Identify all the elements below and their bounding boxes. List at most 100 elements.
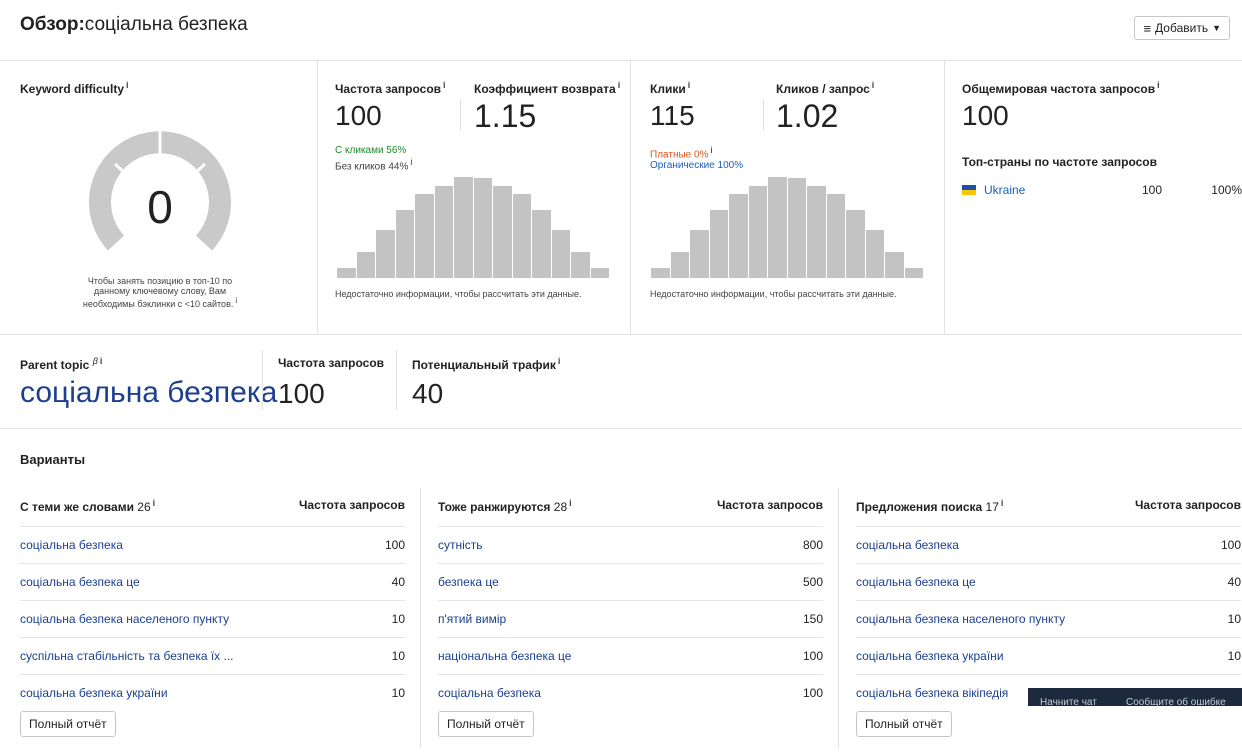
keyword-link[interactable]: соціальна безпека україни bbox=[20, 686, 168, 700]
chevron-down-icon: ▼ bbox=[1212, 23, 1221, 33]
global-volume-value: 100 bbox=[962, 100, 1009, 131]
divider bbox=[460, 100, 461, 130]
country-volume: 100 bbox=[1142, 183, 1163, 197]
divider bbox=[0, 60, 1242, 61]
clicks-label: Клики i bbox=[650, 80, 691, 96]
kd-value: 0 bbox=[147, 181, 173, 233]
info-icon[interactable]: i bbox=[618, 80, 621, 90]
list-header: Тоже ранжируются 28 i Частота запросов bbox=[438, 498, 823, 526]
histogram-bar bbox=[826, 194, 845, 278]
list-header: Предложения поиска 17 i Частота запросов bbox=[856, 498, 1241, 526]
return-rate-value: 1.15 bbox=[474, 98, 537, 134]
histogram-bar bbox=[787, 178, 806, 278]
column-header: Частота запросов bbox=[716, 498, 823, 512]
kd-note: Чтобы занять позицию в топ-10 по данному… bbox=[82, 276, 238, 309]
histogram-bar bbox=[748, 186, 767, 278]
column-header: Частота запросов bbox=[298, 498, 405, 512]
keyword-link[interactable]: соціальна безпека bbox=[438, 686, 541, 700]
country-name-link[interactable]: Ukraine bbox=[984, 183, 1142, 197]
add-button[interactable]: ≡ Добавить ▼ bbox=[1134, 16, 1230, 40]
info-icon[interactable]: i bbox=[100, 356, 103, 366]
info-icon[interactable]: i bbox=[558, 356, 561, 366]
info-icon[interactable]: i bbox=[872, 80, 875, 90]
volume-hist-note: Недостаточно информации, чтобы рассчитат… bbox=[335, 289, 582, 299]
keyword-link[interactable]: соціальна безпека bbox=[20, 538, 123, 552]
start-chat-link[interactable]: Начните чат bbox=[1040, 697, 1097, 706]
list-item: національна безпека це 100 bbox=[438, 637, 823, 674]
info-icon[interactable]: i bbox=[126, 80, 129, 90]
histogram-bar bbox=[904, 268, 923, 278]
full-report-button[interactable]: Полный отчёт bbox=[438, 711, 534, 737]
divider bbox=[420, 488, 421, 748]
ukraine-flag-icon bbox=[962, 185, 976, 195]
variants-list-also-rank: Тоже ранжируются 28 i Частота запросов су… bbox=[438, 498, 823, 711]
add-label: Добавить bbox=[1155, 21, 1209, 35]
info-icon[interactable]: i bbox=[1157, 80, 1160, 90]
keyword-link[interactable]: п'ятий вимір bbox=[438, 612, 506, 626]
chat-feedback-bar: Начните чат Сообщите об ошибке bbox=[1028, 688, 1242, 706]
divider bbox=[262, 350, 263, 410]
histogram-bar bbox=[768, 177, 787, 278]
full-report-button[interactable]: Полный отчёт bbox=[20, 711, 116, 737]
keyword-link[interactable]: сутність bbox=[438, 538, 483, 552]
keyword-link[interactable]: соціальна безпека населеного пункту bbox=[20, 612, 229, 626]
column-header: Частота запросов bbox=[1134, 498, 1241, 512]
keyword-link[interactable]: безпека це bbox=[438, 575, 499, 589]
keyword-link[interactable]: соціальна безпека bbox=[856, 538, 959, 552]
histogram-bar bbox=[651, 268, 670, 278]
keyword-link[interactable]: соціальна безпека україни bbox=[856, 649, 1004, 663]
histogram-bar bbox=[434, 186, 453, 278]
histogram-bar bbox=[415, 194, 434, 278]
country-share: 100% bbox=[1211, 183, 1242, 197]
list-item: соціальна безпека 100 bbox=[856, 526, 1241, 563]
top-countries-label: Топ-страны по частоте запросов bbox=[962, 155, 1158, 169]
keyword-link[interactable]: соціальна безпека це bbox=[20, 575, 140, 589]
histogram-bar bbox=[395, 210, 414, 278]
info-icon[interactable]: i bbox=[410, 157, 412, 167]
parent-topic-link[interactable]: соціальна безпека bbox=[20, 376, 277, 410]
info-icon[interactable]: i bbox=[443, 80, 446, 90]
histogram-bar bbox=[670, 252, 689, 278]
full-report-button[interactable]: Полный отчёт bbox=[856, 711, 952, 737]
info-icon[interactable]: i bbox=[1001, 498, 1004, 508]
keyword-link[interactable]: національна безпека це bbox=[438, 649, 571, 663]
histogram-bar bbox=[473, 178, 492, 278]
info-icon[interactable]: i bbox=[688, 80, 691, 90]
keyword-link[interactable]: соціальна безпека вікіпедія bbox=[856, 686, 1008, 700]
divider bbox=[317, 60, 318, 334]
histogram-bar bbox=[493, 186, 512, 278]
list-item: соціальна безпека населеного пункту 10 bbox=[856, 600, 1241, 637]
variants-title: Варианты bbox=[20, 452, 86, 467]
list-item: безпека це 500 bbox=[438, 563, 823, 600]
histogram-bar bbox=[729, 194, 748, 278]
volume-value: 100 bbox=[335, 100, 382, 131]
list-item: соціальна безпека це 40 bbox=[856, 563, 1241, 600]
volume-label: Частота запросов i bbox=[335, 80, 446, 96]
parent-volume-value: 100 bbox=[278, 378, 325, 409]
keyword-link[interactable]: соціальна безпека це bbox=[856, 575, 976, 589]
keyword-link[interactable]: суспільна стабільність та безпека їх ... bbox=[20, 649, 234, 663]
clicks-hist-note: Недостаточно информации, чтобы рассчитат… bbox=[650, 289, 897, 299]
report-error-link[interactable]: Сообщите об ошибке bbox=[1126, 697, 1226, 706]
list-item: соціальна безпека україни 10 bbox=[20, 674, 405, 711]
list-item: п'ятий вимір 150 bbox=[438, 600, 823, 637]
info-icon[interactable]: i bbox=[710, 145, 712, 155]
no-clicks-percent: Без кликов 44% i bbox=[335, 157, 413, 173]
clicks-histogram bbox=[651, 177, 923, 278]
list-item: соціальна безпека населеного пункту 10 bbox=[20, 600, 405, 637]
list-header: С теми же словами 26 i Частота запросов bbox=[20, 498, 405, 526]
info-icon[interactable]: i bbox=[235, 296, 237, 305]
clicks-percent: С кликами 56% bbox=[335, 145, 407, 156]
traffic-label: Потенциальный трафик i bbox=[412, 356, 561, 372]
variants-list-search-suggestions: Предложения поиска 17 i Частота запросов … bbox=[856, 498, 1241, 711]
keyword-link[interactable]: соціальна безпека населеного пункту bbox=[856, 612, 1065, 626]
histogram-bar bbox=[690, 230, 709, 278]
list-item: соціальна безпека 100 bbox=[20, 526, 405, 563]
divider bbox=[763, 100, 764, 130]
parent-volume-label: Частота запросов bbox=[278, 356, 385, 370]
volume-histogram bbox=[337, 177, 609, 278]
info-icon[interactable]: i bbox=[153, 498, 156, 508]
info-icon[interactable]: i bbox=[569, 498, 572, 508]
country-row: Ukraine 100 100% bbox=[962, 183, 1242, 197]
histogram-bar bbox=[709, 210, 728, 278]
